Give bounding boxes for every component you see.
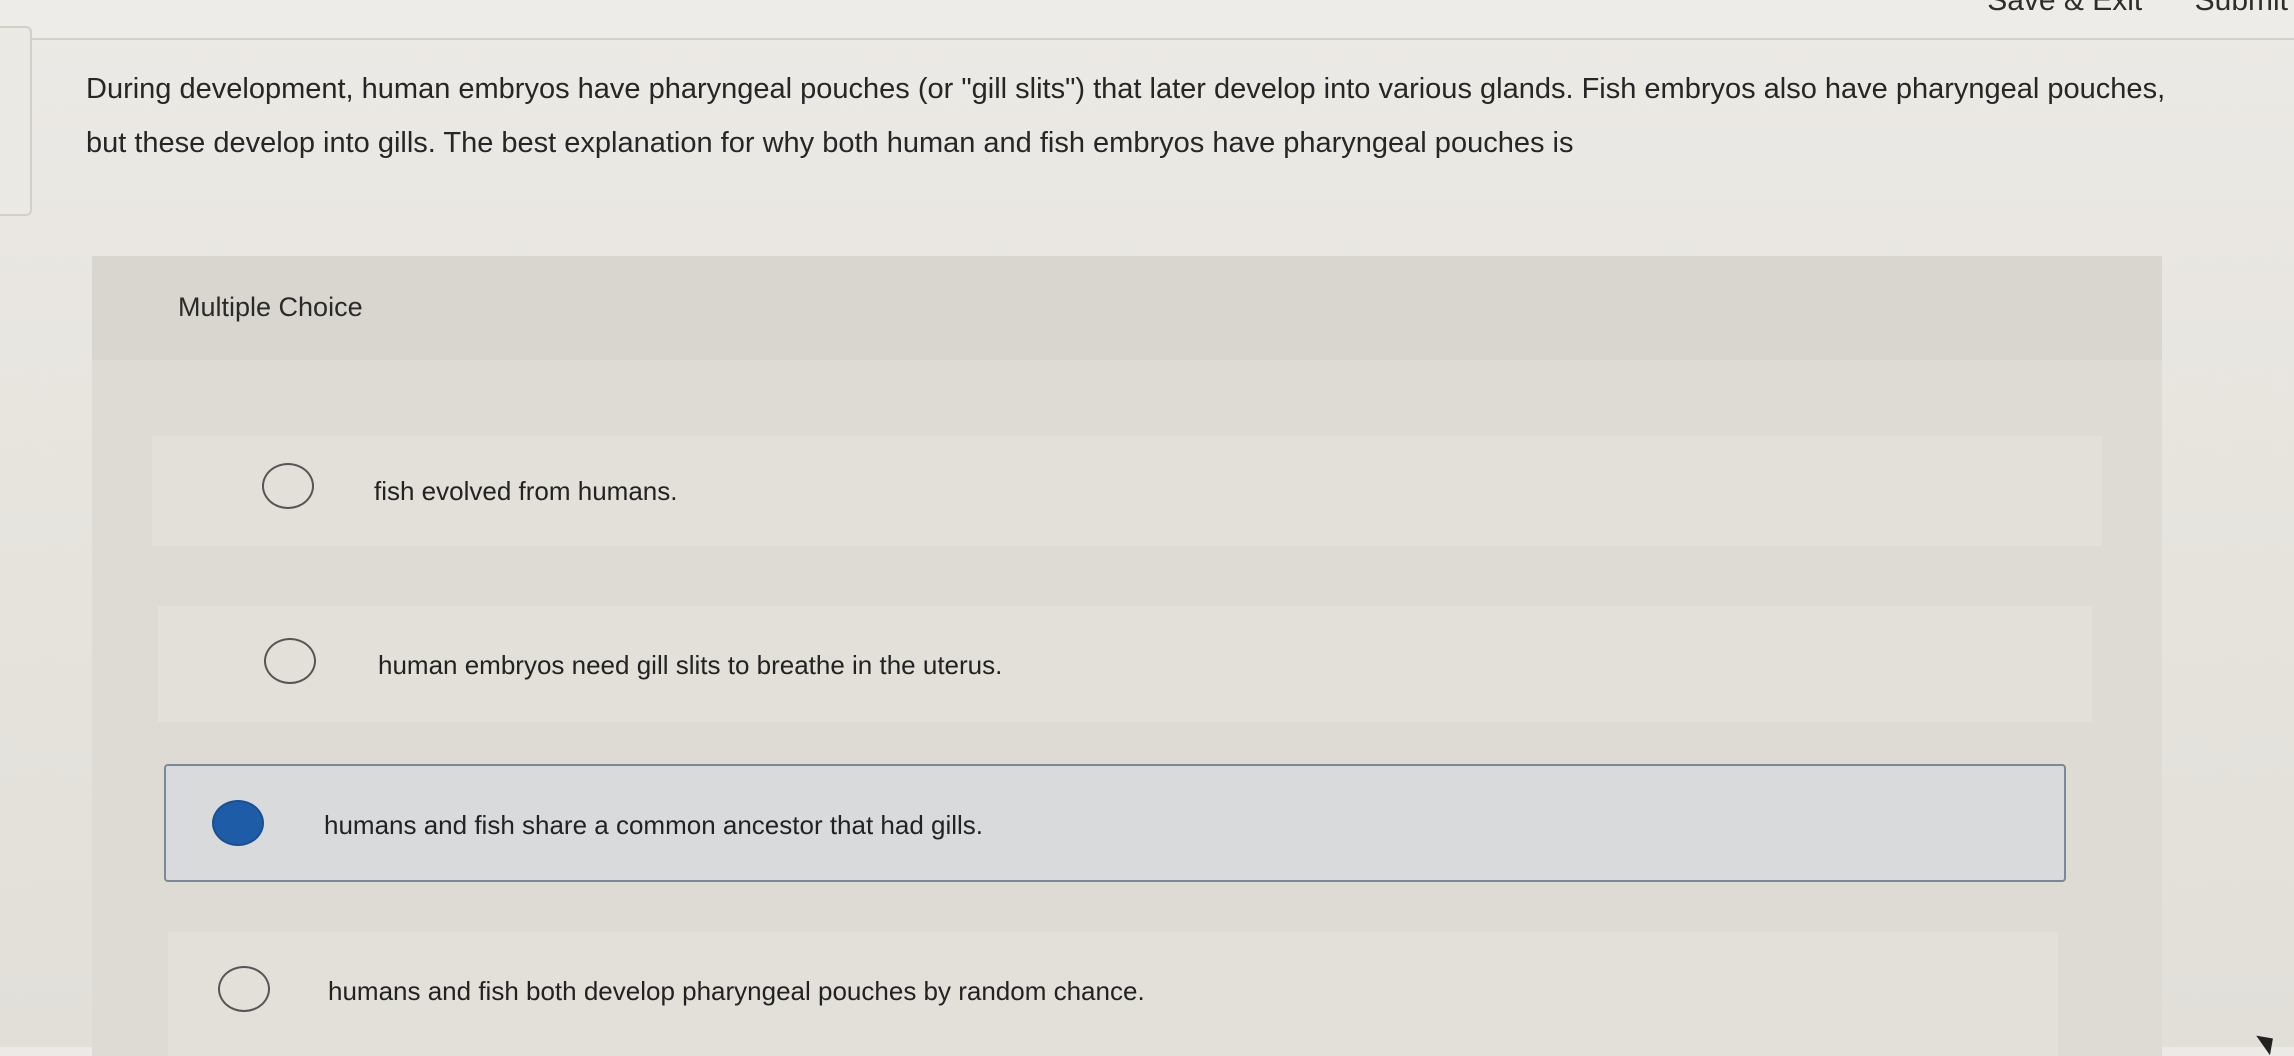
answer-option-1-text: fish evolved from humans. [374, 476, 678, 506]
multiple-choice-label: Multiple Choice [178, 292, 363, 322]
radio-button-2[interactable] [264, 638, 316, 684]
answer-option-1[interactable]: fish evolved from humans. [152, 436, 2102, 546]
side-tab[interactable] [0, 26, 32, 216]
save-exit-button[interactable]: Save & Exit [1987, 0, 2142, 17]
mouse-cursor-icon [2256, 1028, 2280, 1056]
radio-button-3-selected[interactable] [212, 800, 264, 846]
multiple-choice-panel: Multiple Choice fish evolved from humans… [92, 256, 2162, 1056]
answer-option-4[interactable]: humans and fish both develop pharyngeal … [168, 932, 2058, 1056]
top-actions: Save & Exit Submit [1943, 0, 2288, 18]
submit-button[interactable]: Submit [2195, 0, 2288, 17]
multiple-choice-header: Multiple Choice [92, 256, 2162, 360]
top-bar: Save & Exit Submit [0, 0, 2294, 40]
radio-button-1[interactable] [262, 463, 314, 509]
answer-option-4-text: humans and fish both develop pharyngeal … [328, 976, 1145, 1006]
answer-option-3[interactable]: humans and fish share a common ancestor … [164, 764, 2066, 882]
radio-button-4[interactable] [218, 966, 270, 1012]
question-text: During development, human embryos have p… [86, 73, 2166, 159]
answer-option-2-text: human embryos need gill slits to breathe… [378, 650, 1003, 680]
answer-option-3-text: humans and fish share a common ancestor … [324, 810, 984, 840]
answer-option-2[interactable]: human embryos need gill slits to breathe… [158, 606, 2092, 722]
